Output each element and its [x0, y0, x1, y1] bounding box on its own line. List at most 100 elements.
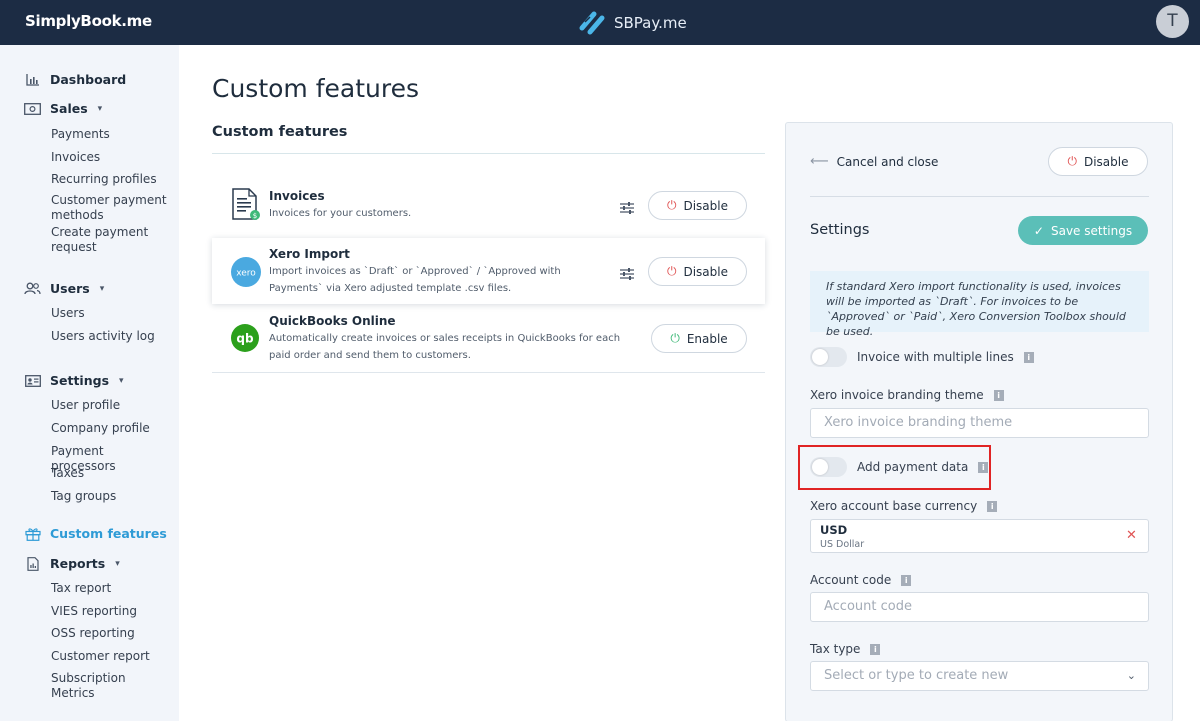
info-icon[interactable]: i	[993, 389, 1004, 401]
disable-xero-button[interactable]: ⏻ Disable	[648, 257, 747, 286]
feature-title: Invoices	[269, 189, 325, 203]
tax-type-placeholder: Select or type to create new	[824, 668, 1009, 683]
info-icon[interactable]: i	[1023, 351, 1034, 363]
sidebar-item-payments[interactable]: Payments	[51, 127, 171, 142]
branding-theme-label-text: Xero invoice branding theme	[810, 388, 984, 402]
power-icon: ⏻	[666, 264, 677, 278]
button-label: Disable	[683, 264, 728, 279]
sbpay-logo-icon	[579, 11, 605, 35]
sidebar-item-label: Sales	[50, 101, 88, 116]
svg-text:$: $	[253, 212, 257, 220]
banknote-icon	[24, 102, 41, 116]
sidebar-item-settings[interactable]: Settings ▾	[24, 373, 124, 388]
feature-title: QuickBooks Online	[269, 314, 396, 328]
clear-icon[interactable]: ✕	[1126, 528, 1137, 543]
invoice-document-icon: $	[230, 188, 262, 226]
sbpay-logo-text: SBPay.me	[614, 14, 687, 32]
tax-type-label-text: Tax type	[810, 642, 861, 656]
feature-row-xero-import: xero Xero Import Import invoices as `Dra…	[212, 238, 765, 304]
sidebar-item-vies-reporting[interactable]: VIES reporting	[51, 604, 171, 619]
currency-code: USD	[820, 523, 848, 537]
feature-row-quickbooks: qb QuickBooks Online Automatically creat…	[212, 308, 765, 370]
svg-text:xero: xero	[236, 269, 256, 279]
sidebar-item-tax-report[interactable]: Tax report	[51, 581, 171, 596]
sidebar-item-customer-payment-methods[interactable]: Customer payment methods	[51, 193, 171, 223]
sidebar-item-users-activity-log[interactable]: Users activity log	[51, 329, 171, 344]
sbpay-logo[interactable]: SBPay.me	[576, 8, 687, 38]
page-title: Custom features	[212, 74, 420, 103]
sliders-icon[interactable]	[620, 265, 634, 280]
tax-type-select[interactable]: Select or type to create new ⌄	[810, 661, 1149, 691]
sidebar-item-tag-groups[interactable]: Tag groups	[51, 489, 171, 504]
users-icon	[24, 282, 41, 296]
sidebar-item-taxes[interactable]: Taxes	[51, 466, 171, 481]
feature-description: Invoices for your customers.	[269, 208, 412, 219]
settings-heading: Settings	[810, 222, 870, 238]
bar-chart-icon	[24, 73, 41, 87]
sidebar-item-dashboard[interactable]: Dashboard	[24, 72, 126, 87]
id-card-icon	[24, 374, 41, 388]
feature-description: Import invoices as `Draft` or `Approved`…	[269, 266, 561, 294]
gift-box-icon	[24, 527, 41, 541]
sidebar-item-custom-features[interactable]: Custom features	[24, 526, 167, 541]
power-icon: ⏻	[670, 331, 680, 345]
sliders-icon[interactable]	[620, 199, 634, 214]
chevron-down-icon: ▾	[115, 558, 120, 569]
account-code-input[interactable]: Account code	[810, 592, 1149, 622]
button-label: Disable	[683, 198, 728, 213]
xero-settings-panel: ⟵ Cancel and close ⏻ Disable Settings ✓ …	[785, 122, 1173, 721]
sidebar-item-label: Reports	[50, 556, 106, 571]
cancel-and-close-link[interactable]: ⟵ Cancel and close	[810, 154, 938, 169]
save-settings-button[interactable]: ✓ Save settings	[1018, 216, 1148, 245]
sidebar-item-recurring-profiles[interactable]: Recurring profiles	[51, 172, 171, 187]
arrow-left-icon: ⟵	[810, 154, 829, 169]
brand-logo[interactable]: SimplyBook.me	[25, 12, 152, 30]
currency-name: US Dollar	[820, 539, 865, 550]
section-divider	[212, 153, 765, 154]
base-currency-label: Xero account base currency i	[810, 499, 998, 513]
report-document-icon	[24, 556, 41, 571]
chevron-down-icon: ▾	[97, 103, 103, 114]
check-icon: ✓	[1033, 223, 1044, 238]
info-icon[interactable]: i	[901, 574, 912, 586]
sidebar-item-user-profile[interactable]: User profile	[51, 398, 171, 413]
sidebar-item-create-payment-request[interactable]: Create payment request	[51, 225, 171, 255]
sidebar-item-oss-reporting[interactable]: OSS reporting	[51, 626, 171, 641]
section-title: Custom features	[212, 124, 348, 140]
sidebar-item-invoices[interactable]: Invoices	[51, 150, 171, 165]
tax-type-label: Tax type i	[810, 642, 881, 656]
power-icon: ⏻	[1067, 154, 1077, 168]
branding-theme-label: Xero invoice branding theme i	[810, 388, 1004, 402]
svg-text:qb: qb	[236, 332, 254, 346]
sidebar-item-subscription-metrics[interactable]: Subscription Metrics	[51, 671, 171, 701]
xero-import-notice: If standard Xero import functionality is…	[810, 271, 1149, 338]
top-bar: SimplyBook.me SBPay.me T	[0, 0, 1200, 45]
user-avatar[interactable]: T	[1156, 5, 1189, 38]
sidebar-item-company-profile[interactable]: Company profile	[51, 421, 171, 436]
sidebar-item-reports[interactable]: Reports ▾	[24, 556, 120, 571]
feature-row-invoices: $ Invoices Invoices for your customers. …	[212, 178, 765, 234]
sidebar-item-users[interactable]: Users ▾	[24, 281, 104, 296]
chevron-down-icon: ⌄	[1126, 669, 1136, 682]
sidebar-item-sales[interactable]: Sales ▾	[24, 101, 102, 116]
feature-title: Xero Import	[269, 247, 350, 261]
button-label: Disable	[1083, 154, 1129, 169]
features-divider	[212, 372, 765, 373]
quickbooks-logo-icon: qb	[231, 324, 259, 356]
base-currency-select[interactable]: USD US Dollar ✕	[810, 519, 1149, 553]
disable-invoices-button[interactable]: ⏻ Disable	[648, 191, 747, 220]
sidebar-item-users-list[interactable]: Users	[51, 306, 171, 321]
branding-theme-input[interactable]: Xero invoice branding theme	[810, 408, 1149, 438]
sidebar-item-label: Custom features	[50, 526, 167, 541]
info-icon[interactable]: i	[987, 500, 998, 512]
account-code-label-text: Account code	[810, 573, 892, 587]
sidebar-item-customer-report[interactable]: Customer report	[51, 649, 171, 664]
info-icon[interactable]: i	[870, 643, 881, 655]
button-label: Save settings	[1050, 223, 1133, 238]
disable-feature-button[interactable]: ⏻ Disable	[1048, 147, 1148, 176]
multiple-lines-toggle[interactable]	[810, 347, 847, 367]
enable-quickbooks-button[interactable]: ⏻ Enable	[651, 324, 747, 353]
panel-divider	[810, 196, 1149, 197]
chevron-down-icon: ▾	[99, 283, 105, 294]
chevron-down-icon: ▾	[119, 375, 124, 386]
